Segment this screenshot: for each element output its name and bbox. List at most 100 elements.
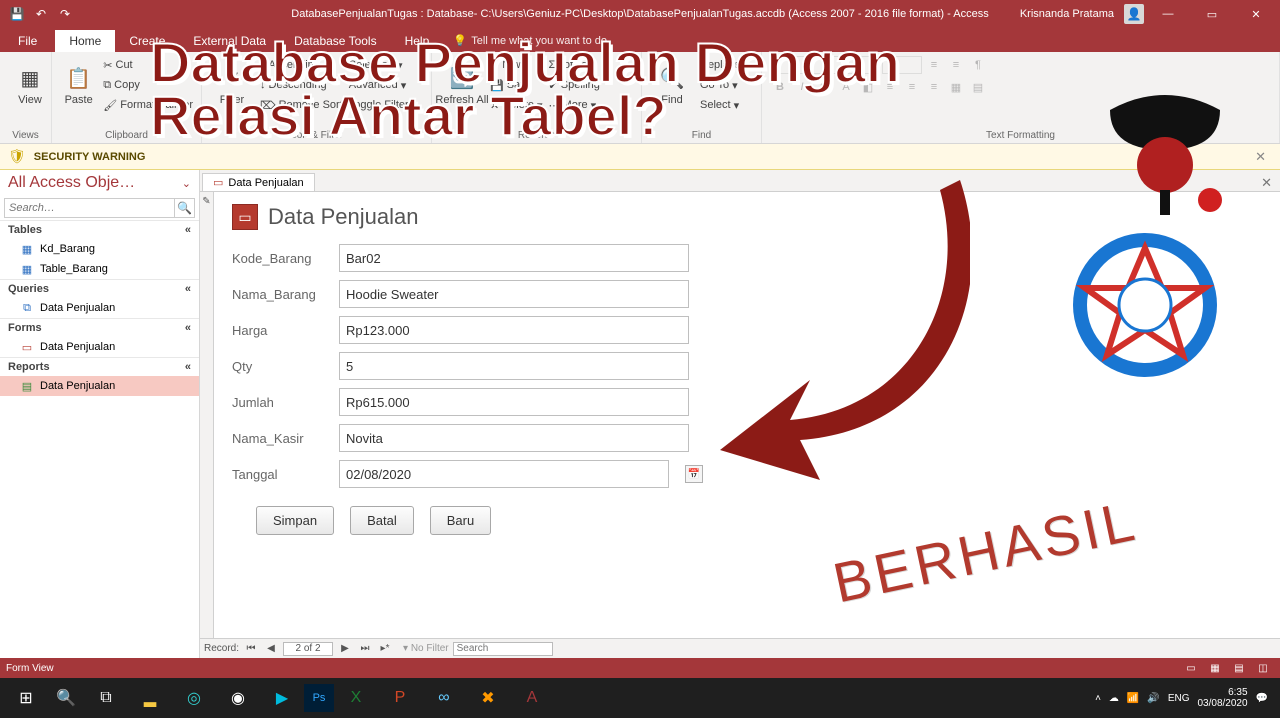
input-tanggal[interactable] [339, 460, 669, 488]
indent-right-button[interactable]: ≡ [946, 56, 966, 74]
find-button[interactable]: 🔍Find [650, 56, 694, 114]
baru-button[interactable]: Baru [430, 506, 491, 535]
sort-desc-button[interactable]: ↓ Descending [260, 76, 343, 94]
doc-tab-data-penjualan[interactable]: ▭Data Penjualan [202, 173, 315, 191]
edge-icon[interactable]: ◎ [172, 678, 216, 718]
font-color-button[interactable]: A [836, 78, 856, 96]
last-record-button[interactable]: ⏭ [357, 641, 373, 657]
new-record-nav-button[interactable]: ▸* [377, 641, 393, 657]
sort-asc-button[interactable]: ↑ Ascending [260, 56, 343, 74]
record-selector[interactable]: ✎ [200, 192, 214, 638]
tray-wifi-icon[interactable]: 📶 [1127, 693, 1139, 704]
explorer-icon[interactable]: ▂ [128, 678, 172, 718]
nav-item-report-data-penjualan[interactable]: ▤Data Penjualan [0, 376, 199, 396]
first-record-button[interactable]: ⏮ [243, 641, 259, 657]
nav-section-reports[interactable]: Reports« [0, 357, 199, 376]
selection-button[interactable]: Selection ▾ [349, 56, 409, 74]
photoshop-icon[interactable]: Ps [304, 684, 334, 712]
paste-button[interactable]: 📋Paste [60, 56, 97, 114]
align-right-button[interactable]: ≡ [924, 78, 944, 96]
input-qty[interactable] [339, 352, 689, 380]
datasheet-view-button[interactable]: ▦ [1204, 660, 1226, 676]
italic-button[interactable]: I [792, 78, 812, 96]
nav-search[interactable]: 🔍 [4, 198, 195, 218]
nav-search-input[interactable] [5, 199, 174, 217]
next-record-button[interactable]: ▶ [337, 641, 353, 657]
nav-section-tables[interactable]: Tables« [0, 220, 199, 239]
taskbar-search-button[interactable]: 🔍 [48, 678, 84, 718]
record-position[interactable]: 2 of 2 [283, 642, 333, 656]
nav-pane-title[interactable]: All Access Obje… ⌄ [0, 170, 199, 196]
font-selector[interactable] [770, 56, 880, 74]
refresh-all-button[interactable]: 🔄Refresh All [440, 56, 484, 114]
save-icon[interactable]: 💾 [6, 3, 28, 25]
minimize-button[interactable]: — [1148, 0, 1188, 28]
goto-button[interactable]: Go To ▾ [700, 76, 740, 94]
nav-item-form-data-penjualan[interactable]: ▭Data Penjualan [0, 337, 199, 357]
user-avatar-icon[interactable]: 👤 [1124, 4, 1144, 24]
filter-button[interactable]: ▼Filter [210, 56, 254, 114]
search-icon[interactable]: 🔍 [174, 199, 194, 217]
chrome-icon[interactable]: ◉ [216, 678, 260, 718]
text-dir-button[interactable]: ¶ [968, 56, 988, 74]
tab-file[interactable]: File [0, 30, 55, 52]
task-view-button[interactable]: ⧉ [84, 678, 128, 718]
tab-create[interactable]: Create [115, 30, 179, 52]
nav-section-queries[interactable]: Queries« [0, 279, 199, 298]
tab-database-tools[interactable]: Database Tools [280, 30, 391, 52]
select-button[interactable]: Select ▾ [700, 96, 740, 114]
input-kode-barang[interactable] [339, 244, 689, 272]
powerpoint-icon[interactable]: P [378, 678, 422, 718]
new-record-button[interactable]: ✦ New [490, 56, 543, 74]
form-view-button[interactable]: ▭ [1180, 660, 1202, 676]
nav-item-kd-barang[interactable]: ▦Kd_Barang [0, 239, 199, 259]
redo-icon[interactable]: ↷ [54, 3, 76, 25]
tell-me-search[interactable]: 💡Tell me what you want to do [443, 30, 617, 52]
tray-volume-icon[interactable]: 🔊 [1147, 693, 1159, 704]
totals-button[interactable]: Σ Totals [549, 56, 600, 74]
bold-button[interactable]: B [770, 78, 790, 96]
layout-view-button[interactable]: ▤ [1228, 660, 1250, 676]
delete-record-button[interactable]: ✕ Delete ▾ [490, 96, 543, 114]
format-painter-button[interactable]: 🖌Format Painter [103, 96, 193, 114]
access-icon[interactable]: A [510, 678, 554, 718]
input-nama-kasir[interactable] [339, 424, 689, 452]
view-button[interactable]: ▦View [8, 56, 52, 114]
tray-language[interactable]: ENG [1168, 693, 1190, 704]
spelling-button[interactable]: ✔ Spelling [549, 76, 600, 94]
font-size-selector[interactable] [882, 56, 922, 74]
cut-button[interactable]: ✂Cut [103, 56, 193, 74]
nav-item-table-barang[interactable]: ▦Table_Barang [0, 259, 199, 279]
fill-color-button[interactable]: ◧ [858, 78, 878, 96]
underline-button[interactable]: U [814, 78, 834, 96]
simpan-button[interactable]: Simpan [256, 506, 334, 535]
alt-row-button[interactable]: ▤ [968, 78, 988, 96]
design-view-button[interactable]: ◫ [1252, 660, 1274, 676]
app-icon[interactable]: ∞ [422, 678, 466, 718]
filmora-icon[interactable]: ▶ [260, 678, 304, 718]
batal-button[interactable]: Batal [350, 506, 414, 535]
align-left-button[interactable]: ≡ [880, 78, 900, 96]
maximize-button[interactable]: ▭ [1192, 0, 1232, 28]
save-record-button[interactable]: 💾 Save [490, 76, 543, 94]
tray-cloud-icon[interactable]: ☁ [1109, 693, 1119, 704]
security-close-button[interactable]: ✕ [1249, 149, 1272, 165]
tab-help[interactable]: Help [391, 30, 444, 52]
tray-chevron-icon[interactable]: ˄ [1095, 693, 1101, 704]
xampp-icon[interactable]: ✖ [466, 678, 510, 718]
indent-left-button[interactable]: ≡ [924, 56, 944, 74]
tray-clock[interactable]: 6:35 03/08/2020 [1197, 687, 1247, 709]
input-jumlah[interactable] [339, 388, 689, 416]
undo-icon[interactable]: ↶ [30, 3, 52, 25]
calendar-icon[interactable]: 📅 [685, 465, 703, 483]
tab-home[interactable]: Home [55, 30, 115, 52]
nav-section-forms[interactable]: Forms« [0, 318, 199, 337]
replace-button[interactable]: Replace [700, 56, 740, 74]
tab-external-data[interactable]: External Data [179, 30, 280, 52]
advanced-button[interactable]: Advanced ▾ [349, 76, 409, 94]
record-search-input[interactable] [453, 642, 553, 656]
close-button[interactable]: ✕ [1236, 0, 1276, 28]
gridlines-button[interactable]: ▦ [946, 78, 966, 96]
remove-sort-button[interactable]: ⌦ Remove Sort [260, 96, 343, 114]
copy-button[interactable]: ⧉Copy [103, 76, 193, 94]
